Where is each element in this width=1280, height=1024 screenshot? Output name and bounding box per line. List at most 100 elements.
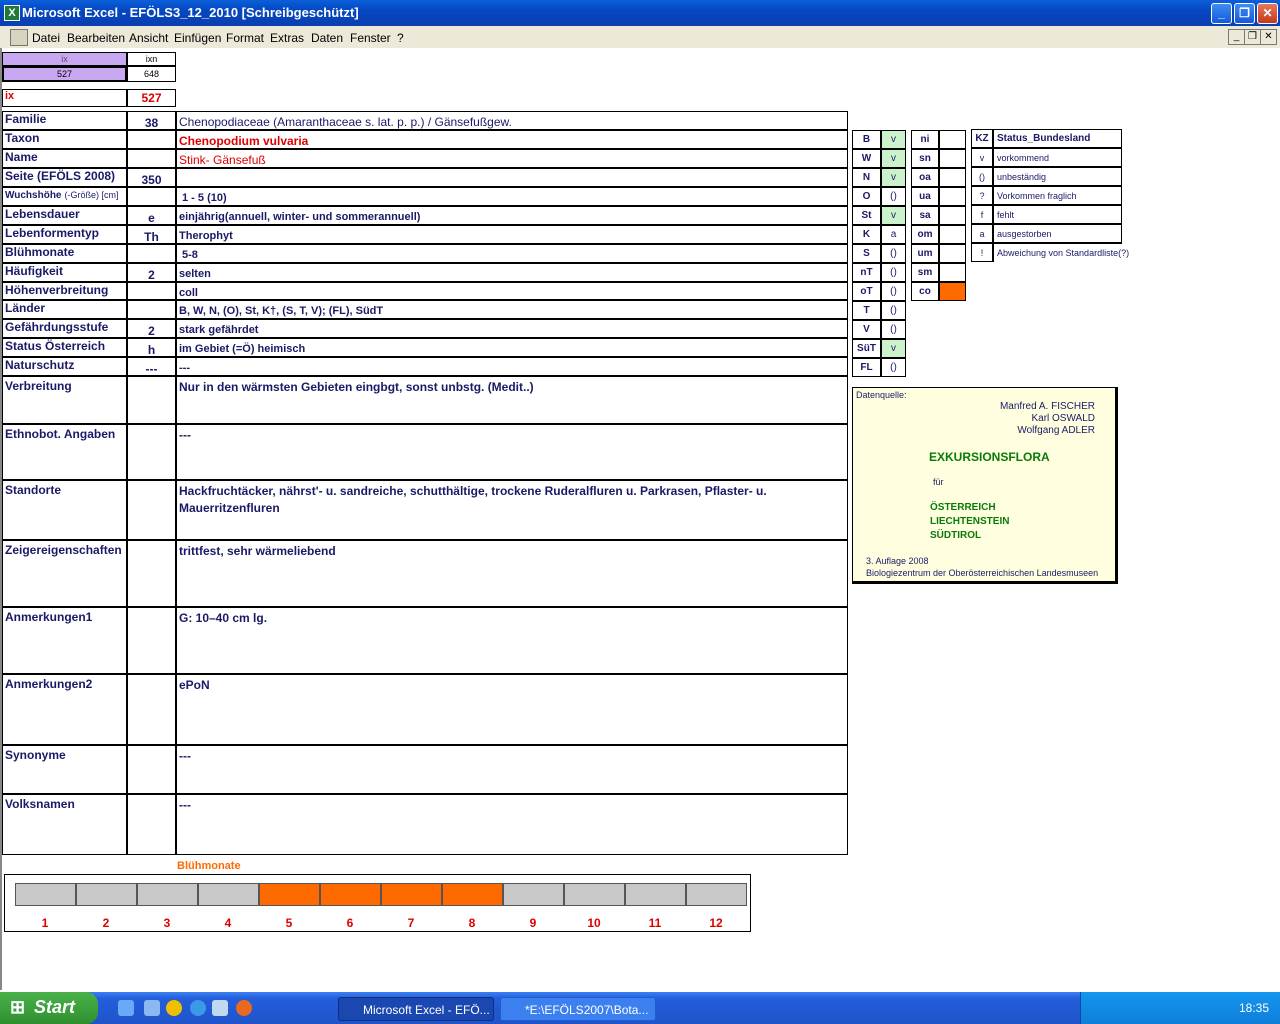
- menu-format[interactable]: Format: [226, 31, 264, 45]
- section-number-cell[interactable]: [127, 376, 176, 424]
- excel-icon: X: [4, 5, 20, 21]
- state-status[interactable]: v: [881, 149, 906, 168]
- section-number-cell[interactable]: [127, 424, 176, 480]
- menu-extras[interactable]: Extras: [270, 31, 304, 45]
- row-number[interactable]: [127, 187, 176, 206]
- ix-value-cell[interactable]: 527: [2, 66, 127, 82]
- row-value[interactable]: Chenopodium vulvaria: [176, 130, 848, 149]
- doc-restore-button[interactable]: ❐: [1244, 29, 1261, 45]
- state-code: T: [852, 301, 881, 320]
- altitude-cell[interactable]: [939, 206, 966, 225]
- row-value[interactable]: 5-8: [176, 244, 848, 263]
- row-value[interactable]: stark gefährdet: [176, 319, 848, 338]
- state-status[interactable]: v: [881, 206, 906, 225]
- row-value[interactable]: [176, 168, 848, 187]
- row-number[interactable]: e: [127, 206, 176, 225]
- section-value[interactable]: ---: [176, 794, 848, 855]
- menu-ansicht[interactable]: Ansicht: [129, 31, 168, 45]
- row-number[interactable]: ---: [127, 357, 176, 376]
- altitude-cell[interactable]: [939, 225, 966, 244]
- state-status[interactable]: v: [881, 130, 906, 149]
- media-player-icon[interactable]: [166, 1000, 182, 1016]
- row-number[interactable]: 2: [127, 319, 176, 338]
- row-number[interactable]: Th: [127, 225, 176, 244]
- quicklaunch-icon-5[interactable]: [212, 1000, 228, 1016]
- doc-close-button[interactable]: ✕: [1260, 29, 1277, 45]
- section-value[interactable]: ePoN: [176, 674, 848, 745]
- state-status[interactable]: (): [881, 320, 906, 339]
- row-number[interactable]: [127, 130, 176, 149]
- section-number-cell[interactable]: [127, 480, 176, 540]
- document-icon[interactable]: [10, 29, 28, 46]
- row-number[interactable]: [127, 282, 176, 300]
- altitude-cell[interactable]: [939, 187, 966, 206]
- altitude-cell[interactable]: [939, 263, 966, 282]
- restore-button[interactable]: ❐: [1234, 3, 1255, 24]
- row-number[interactable]: 38: [127, 111, 176, 130]
- row-value[interactable]: selten: [176, 263, 848, 282]
- start-button[interactable]: ⊞ Start: [0, 992, 98, 1024]
- row-number[interactable]: [127, 300, 176, 319]
- row-number[interactable]: h: [127, 338, 176, 357]
- state-status[interactable]: (): [881, 282, 906, 301]
- state-status[interactable]: v: [881, 168, 906, 187]
- altitude-cell[interactable]: [939, 282, 966, 301]
- row-number[interactable]: 2: [127, 263, 176, 282]
- month-bar-2: [76, 883, 137, 906]
- row-number[interactable]: 350: [127, 168, 176, 187]
- state-status[interactable]: (): [881, 244, 906, 263]
- quicklaunch-icon-2[interactable]: [144, 1000, 160, 1016]
- section-number-cell[interactable]: [127, 794, 176, 855]
- row-value[interactable]: im Gebiet (=Ö) heimisch: [176, 338, 848, 357]
- state-status[interactable]: (): [881, 301, 906, 320]
- section-number-cell[interactable]: [127, 745, 176, 794]
- section-value[interactable]: G: 10–40 cm lg.: [176, 607, 848, 674]
- section-value[interactable]: Nur in den wärmsten Gebieten eingbgt, so…: [176, 376, 848, 424]
- altitude-cell[interactable]: [939, 130, 966, 149]
- minimize-button[interactable]: _: [1211, 3, 1232, 24]
- author-3: Wolfgang ADLER: [1017, 425, 1095, 436]
- state-status[interactable]: (): [881, 358, 906, 377]
- menu-einfuegen[interactable]: Einfügen: [174, 31, 221, 45]
- section-number-cell[interactable]: [127, 540, 176, 607]
- ixn-value-cell[interactable]: 648: [127, 66, 176, 82]
- section-value[interactable]: ---: [176, 424, 848, 480]
- menu-datei[interactable]: Datei: [32, 31, 60, 45]
- firefox-icon[interactable]: [236, 1000, 252, 1016]
- quicklaunch-icon-1[interactable]: [118, 1000, 134, 1016]
- row-value[interactable]: coll: [176, 282, 848, 300]
- state-status[interactable]: a: [881, 225, 906, 244]
- row-value[interactable]: 1 - 5 (10): [176, 187, 848, 206]
- row-value[interactable]: Therophyt: [176, 225, 848, 244]
- menu-fenster[interactable]: Fenster: [350, 31, 391, 45]
- state-status[interactable]: (): [881, 187, 906, 206]
- ix-value[interactable]: 527: [127, 89, 176, 107]
- month-label-5: 5: [285, 916, 293, 930]
- task-explorer[interactable]: *E:\EFÖLS2007\Bota...: [500, 997, 656, 1021]
- altitude-cell[interactable]: [939, 149, 966, 168]
- section-value[interactable]: trittfest, sehr wärmeliebend: [176, 540, 848, 607]
- row-number[interactable]: [127, 244, 176, 263]
- row-number[interactable]: [127, 149, 176, 168]
- row-value[interactable]: Stink- Gänsefuß: [176, 149, 848, 168]
- section-value[interactable]: ---: [176, 745, 848, 794]
- section-value[interactable]: Hackfruchtäcker, nährst'- u. sandreiche,…: [176, 480, 848, 540]
- menu-daten[interactable]: Daten: [311, 31, 343, 45]
- altitude-cell[interactable]: [939, 244, 966, 263]
- internet-explorer-icon[interactable]: [190, 1000, 206, 1016]
- close-button[interactable]: ✕: [1257, 3, 1278, 24]
- row-value[interactable]: B, W, N, (O), St, K†, (S, T, V); (FL), S…: [176, 300, 848, 319]
- menu-bearbeiten[interactable]: Bearbeiten: [67, 31, 125, 45]
- doc-minimize-button[interactable]: _: [1228, 29, 1245, 45]
- task-excel[interactable]: Microsoft Excel - EFÖ...: [338, 997, 494, 1021]
- altitude-cell[interactable]: [939, 168, 966, 187]
- state-status[interactable]: (): [881, 263, 906, 282]
- section-number-cell[interactable]: [127, 674, 176, 745]
- state-status[interactable]: v: [881, 339, 906, 358]
- row-value[interactable]: einjährig(annuell, winter- und sommerann…: [176, 206, 848, 225]
- section-number-cell[interactable]: [127, 607, 176, 674]
- row-value[interactable]: ---: [176, 357, 848, 376]
- row-value[interactable]: Chenopodiaceae (Amaranthaceae s. lat. p.…: [176, 111, 848, 130]
- ix-label: ix: [2, 89, 127, 107]
- menu-help[interactable]: ?: [397, 31, 404, 45]
